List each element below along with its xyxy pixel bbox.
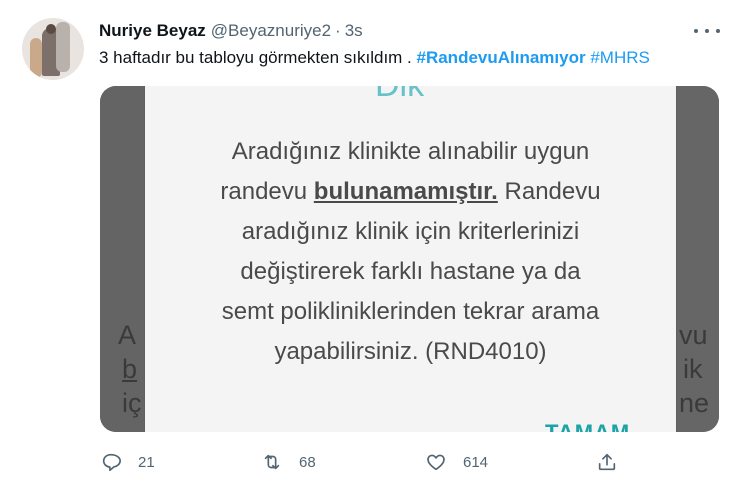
background-text: iç bbox=[122, 388, 142, 418]
dialog-line: yapabilirsiniz. (RND4010) bbox=[274, 338, 547, 365]
dialog-message: Aradığınız klinikte alınabilir uygun ran… bbox=[155, 132, 666, 372]
tweet[interactable]: Nuriye Beyaz @Beyaznuriye2 · 3s 3 haftad… bbox=[0, 0, 750, 486]
dialog-line: aradığınız klinik için kriterlerinizi bbox=[241, 218, 580, 245]
retweet-button[interactable]: 68 bbox=[261, 448, 316, 476]
avatar-figure bbox=[46, 24, 56, 34]
like-count: 614 bbox=[463, 453, 489, 471]
reply-button[interactable]: 21 bbox=[100, 448, 155, 476]
tweet-text: 3 haftadır bu tabloyu görmekten sıkıldım… bbox=[99, 48, 650, 68]
retweet-icon bbox=[264, 454, 280, 470]
hashtag-link[interactable]: #MHRS bbox=[590, 48, 650, 67]
avatar[interactable] bbox=[22, 18, 84, 80]
background-text: vu bbox=[679, 320, 708, 350]
dialog-line: Aradığınız klinikte alınabilir uygun bbox=[231, 138, 590, 165]
dialog-bold-text: bulunamamıştır. bbox=[313, 178, 498, 205]
share-icon bbox=[598, 453, 616, 471]
dialog-title-fragment: Dik bbox=[375, 86, 424, 105]
retweet-count: 68 bbox=[299, 453, 316, 471]
background-left: A b iç bbox=[100, 86, 144, 432]
tweet-text-plain: 3 haftadır bu tabloyu görmekten sıkıldım… bbox=[99, 48, 417, 67]
share-button[interactable] bbox=[596, 448, 618, 476]
like-button[interactable]: 614 bbox=[425, 448, 488, 476]
separator: · bbox=[335, 21, 341, 40]
author-name[interactable]: Nuriye Beyaz bbox=[99, 21, 206, 41]
error-dialog: Dik Aradığınız klinikte alınabilir uygun… bbox=[145, 86, 676, 432]
more-icon[interactable] bbox=[694, 22, 720, 40]
avatar-figure bbox=[56, 22, 70, 72]
dialog-text: randevu bbox=[220, 178, 314, 205]
hashtag-link[interactable]: #RandevuAlınamıyor bbox=[417, 48, 586, 67]
tweet-media-image[interactable]: A b iç vu ik ne Dik Aradığınız klinikte … bbox=[100, 86, 719, 432]
background-text: b bbox=[122, 354, 138, 384]
dialog-line: randevu bulunamamıştır. Randevu bbox=[155, 172, 666, 212]
reply-count: 21 bbox=[138, 453, 155, 471]
tweet-actions: 21 68 614 bbox=[96, 448, 636, 476]
tweet-time[interactable]: 3s bbox=[345, 21, 363, 41]
dialog-line: semt polikliniklerinden tekrar arama bbox=[221, 298, 600, 325]
dialog-ok-button: TAMAM bbox=[545, 420, 630, 432]
background-text: ne bbox=[679, 388, 710, 418]
author-handle[interactable]: @Beyaznuriye2 bbox=[211, 21, 331, 41]
dialog-text: Randevu bbox=[497, 178, 601, 205]
reply-icon bbox=[102, 453, 121, 472]
background-right: vu ik ne bbox=[677, 86, 719, 432]
like-icon bbox=[427, 454, 445, 471]
avatar-figure bbox=[30, 38, 42, 78]
dialog-line: değiştirerek farklı hastane ya da bbox=[240, 258, 581, 285]
tweet-header: Nuriye Beyaz @Beyaznuriye2 · 3s bbox=[99, 20, 363, 42]
background-text: ik bbox=[683, 354, 703, 384]
background-text: A bbox=[118, 320, 137, 350]
